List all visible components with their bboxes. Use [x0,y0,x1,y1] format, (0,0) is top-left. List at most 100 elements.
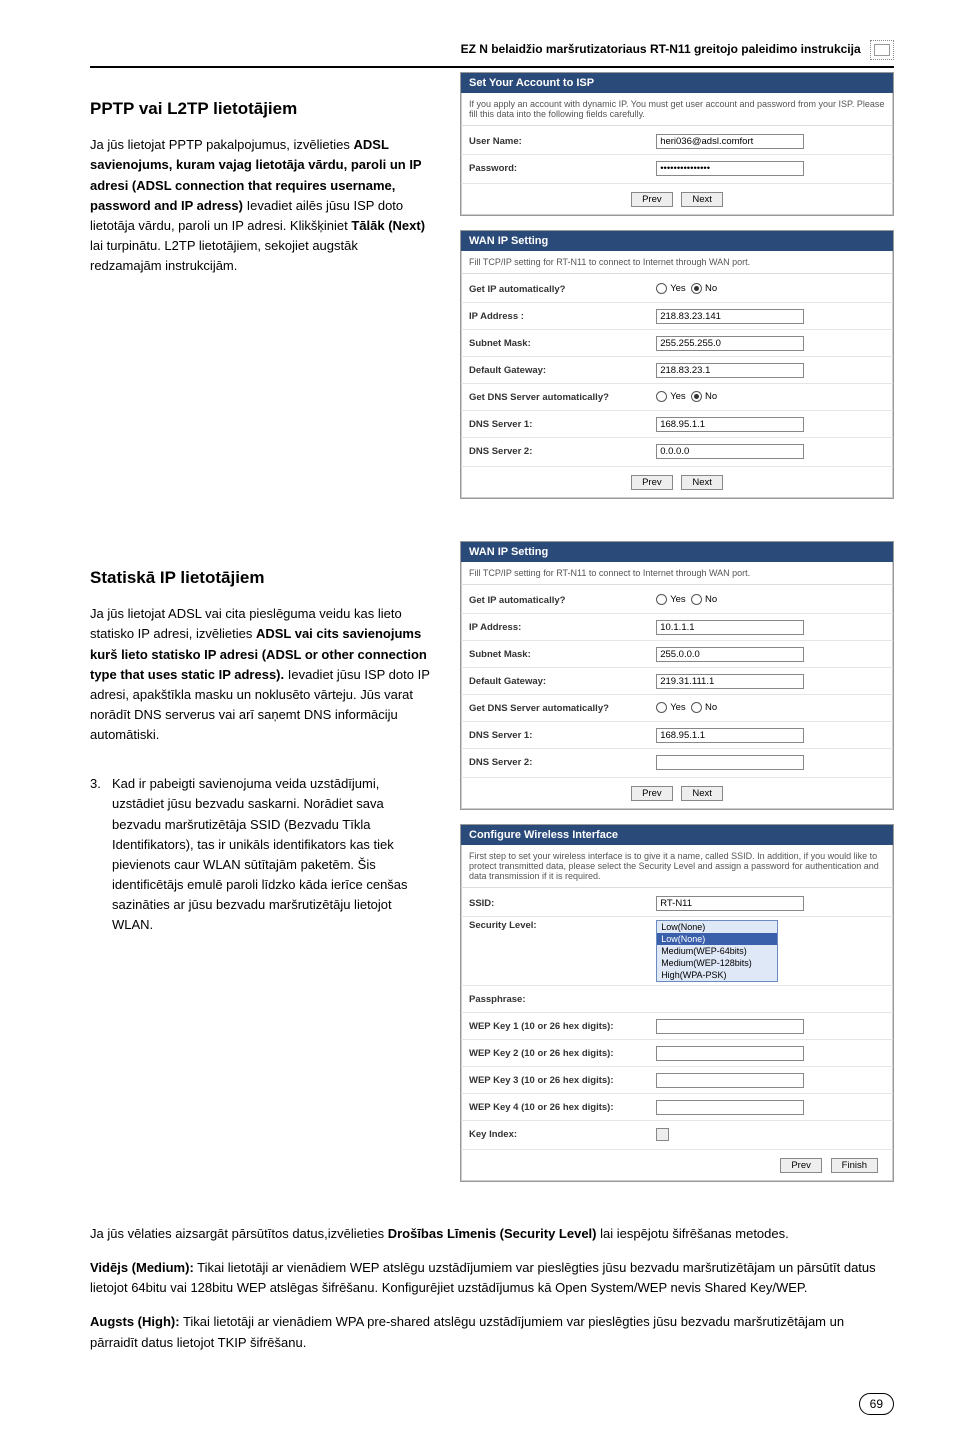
wan1-no-text: No [705,284,717,295]
wan2-getdns-yes-radio[interactable] [656,702,667,713]
wan1-ip-input[interactable] [656,309,804,324]
sec-opt-high[interactable]: High(WPA-PSK) [657,969,777,981]
wan2-getip-yes-radio[interactable] [656,594,667,605]
bottom-p1c: lai iespējotu šifrēšanas metodes. [600,1226,789,1241]
doc-header-title: EZ N belaidžio maršrutizatoriaus RT-N11 … [461,42,861,56]
wan2-dns2-input[interactable] [656,755,804,770]
wan2-no-text: No [705,595,717,606]
wan2-ip-input[interactable] [656,620,804,635]
wep4-label: WEP Key 4 (10 or 26 hex digits): [469,1102,656,1113]
ssid-input[interactable] [656,896,804,911]
wan1-getip-yes-radio[interactable] [656,283,667,294]
sec-opt-med128[interactable]: Medium(WEP-128bits) [657,957,777,969]
username-input[interactable] [656,134,804,149]
panel-set-account-title: Set Your Account to ISP [461,73,893,93]
panel-set-account: Set Your Account to ISP If you apply an … [460,72,894,216]
seclevel-label: Security Level: [469,920,656,931]
wan2-dns2-label: DNS Server 2: [469,757,656,768]
ssid-label: SSID: [469,898,656,909]
wan2-dns1-input[interactable] [656,728,804,743]
wan1-dns2-input[interactable] [656,444,804,459]
section1-bold2: Tālāk (Next) [351,218,425,233]
page-number: 69 [859,1393,894,1415]
panel-wireless-desc: First step to set your wireless interfac… [461,845,893,888]
wan1-dns1-label: DNS Server 1: [469,419,656,430]
passphrase-label: Passphrase: [469,994,656,1005]
panel-wan2-desc: Fill TCP/IP setting for RT-N11 to connec… [461,562,893,585]
panel-wireless-title: Configure Wireless Interface [461,825,893,845]
section2-heading: Statiskā IP lietotājiem [90,565,430,591]
wan1-dns-no-text: No [705,392,717,403]
panel-wan1-title: WAN IP Setting [461,231,893,251]
wan2-next-button[interactable]: Next [681,786,723,801]
bottom-para3: Augsts (High): Tikai lietotāji ar vienād… [90,1312,894,1352]
next-button[interactable]: Next [681,192,723,207]
bottom-p2b: Tikai lietotāji ar vienādiem WEP atslēgu… [90,1260,876,1295]
wan2-dns-yes-text: Yes [670,703,686,714]
wep1-input[interactable] [656,1019,804,1034]
wep1-label: WEP Key 1 (10 or 26 hex digits): [469,1021,656,1032]
wan1-mask-input[interactable] [656,336,804,351]
wep2-label: WEP Key 2 (10 or 26 hex digits): [469,1048,656,1059]
password-label: Password: [469,163,656,174]
wireless-prev-button[interactable]: Prev [780,1158,822,1173]
sec-opt-low2[interactable]: Low(None) [657,933,777,945]
bottom-para1: Ja jūs vēlaties aizsargāt pārsūtītos dat… [90,1224,894,1244]
wan1-getdns-no-radio[interactable] [691,391,702,402]
wan1-getip-no-radio[interactable] [691,283,702,294]
wan1-ip-label: IP Address : [469,311,656,322]
bottom-p3b: Tikai lietotāji ar vienādiem WPA pre-sha… [90,1314,844,1349]
keyidx-label: Key Index: [469,1129,656,1140]
panel-wan2: WAN IP Setting Fill TCP/IP setting for R… [460,541,894,810]
section1-text-pre: Ja jūs lietojat PPTP pakalpojumus, izvēl… [90,137,354,152]
wan2-getip-label: Get IP automatically? [469,595,656,606]
wan1-gw-input[interactable] [656,363,804,378]
wan1-gw-label: Default Gateway: [469,365,656,376]
sec-opt-low1[interactable]: Low(None) [657,921,777,933]
header-rule [90,66,894,68]
keyidx-select[interactable] [656,1128,669,1141]
step3-block: 3. Kad ir pabeigti savienojuma veida uzs… [90,774,430,935]
router-icon [870,40,894,60]
wep4-input[interactable] [656,1100,804,1115]
password-input[interactable] [656,161,804,176]
bottom-p1b: Drošības Līmenis (Security Level) [388,1226,597,1241]
wan2-dns1-label: DNS Server 1: [469,730,656,741]
bottom-p2a: Vidējs (Medium): [90,1260,194,1275]
section1-para: Ja jūs lietojat PPTP pakalpojumus, izvēl… [90,135,430,276]
wan2-dns-no-text: No [705,703,717,714]
wan1-yes-text: Yes [670,284,686,295]
wep3-input[interactable] [656,1073,804,1088]
step3-number: 3. [90,774,112,935]
wan2-prev-button[interactable]: Prev [631,786,673,801]
wan1-getip-label: Get IP automatically? [469,284,656,295]
panel-wan1: WAN IP Setting Fill TCP/IP setting for R… [460,230,894,499]
panel-wan1-desc: Fill TCP/IP setting for RT-N11 to connec… [461,251,893,274]
wireless-finish-button[interactable]: Finish [831,1158,878,1173]
wan2-mask-label: Subnet Mask: [469,649,656,660]
bottom-para2: Vidējs (Medium): Tikai lietotāji ar vien… [90,1258,894,1298]
wan1-prev-button[interactable]: Prev [631,475,673,490]
wan1-next-button[interactable]: Next [681,475,723,490]
section1-heading: PPTP vai L2TP lietotājiem [90,96,430,122]
wan1-dns1-input[interactable] [656,417,804,432]
wan1-dns2-label: DNS Server 2: [469,446,656,457]
wan2-mask-input[interactable] [656,647,804,662]
wan2-getip-no-radio[interactable] [691,594,702,605]
wan1-getdns-label: Get DNS Server automatically? [469,392,656,403]
seclevel-select[interactable]: Low(None) Low(None) Medium(WEP-64bits) M… [656,920,778,982]
panel-set-account-desc: If you apply an account with dynamic IP.… [461,93,893,126]
wan2-ip-label: IP Address: [469,622,656,633]
prev-button[interactable]: Prev [631,192,673,207]
wep3-label: WEP Key 3 (10 or 26 hex digits): [469,1075,656,1086]
wan2-getdns-no-radio[interactable] [691,702,702,713]
section1-text-post: lai turpinātu. L2TP lietotājiem, sekojie… [90,238,358,273]
username-label: User Name: [469,136,656,147]
wan2-getdns-label: Get DNS Server automatically? [469,703,656,714]
wan1-mask-label: Subnet Mask: [469,338,656,349]
wan2-gw-input[interactable] [656,674,804,689]
wep2-input[interactable] [656,1046,804,1061]
wan1-dns-yes-text: Yes [670,392,686,403]
wan1-getdns-yes-radio[interactable] [656,391,667,402]
sec-opt-med64[interactable]: Medium(WEP-64bits) [657,945,777,957]
